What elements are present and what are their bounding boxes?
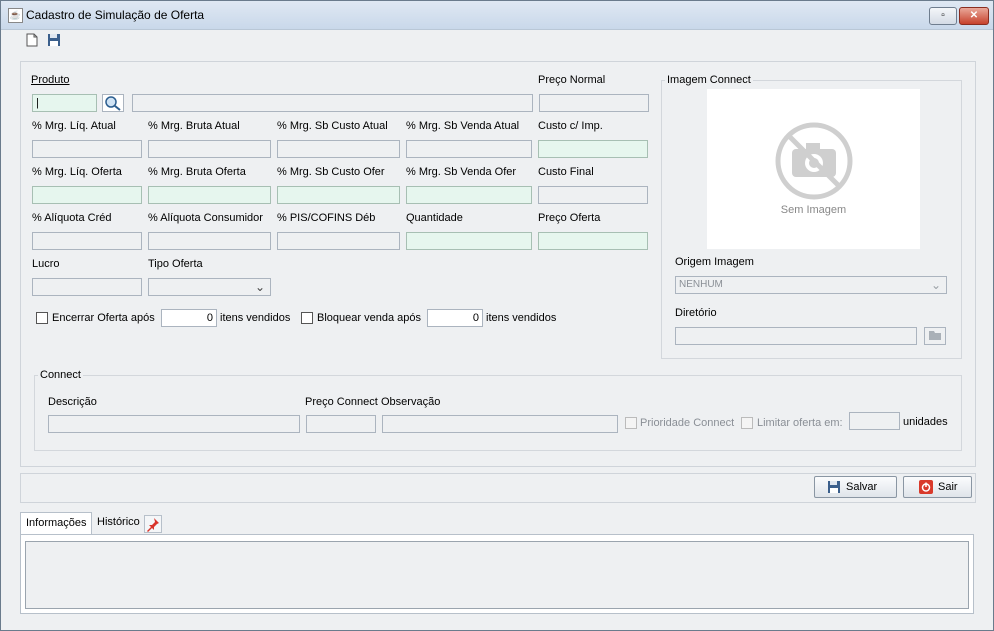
mrg-sb-custo-ofer-input[interactable] xyxy=(277,186,400,204)
java-cup-icon: ☕ xyxy=(8,8,23,23)
mrg-bruta-atual-input[interactable] xyxy=(148,140,271,158)
mrg-liq-atual-label: % Mrg. Líq. Atual xyxy=(32,120,116,132)
diretorio-label: Diretório xyxy=(675,307,717,319)
tipo-oferta-select[interactable]: ⌄ xyxy=(148,278,271,296)
produto-label: Produto xyxy=(31,74,70,86)
limitar-oferta-input[interactable] xyxy=(849,412,900,430)
main-window: ☕ Cadastro de Simulação de Oferta ▫ ✕ Pr… xyxy=(0,0,994,631)
connect-group xyxy=(34,375,962,451)
mrg-bruta-atual-label: % Mrg. Bruta Atual xyxy=(148,120,240,132)
preco-oferta-input[interactable] xyxy=(538,232,648,250)
connect-title: Connect xyxy=(38,369,83,381)
aliquota-consumidor-label: % Alíquota Consumidor xyxy=(148,212,263,224)
window-title: Cadastro de Simulação de Oferta xyxy=(26,8,205,22)
new-document-icon[interactable] xyxy=(25,33,39,47)
salvar-label: Salvar xyxy=(846,481,878,493)
custo-imp-label: Custo c/ Imp. xyxy=(538,120,603,132)
diretorio-input[interactable] xyxy=(675,327,917,345)
quantidade-input[interactable] xyxy=(406,232,532,250)
mrg-bruta-oferta-input[interactable] xyxy=(148,186,271,204)
preco-oferta-label: Preço Oferta xyxy=(538,212,601,224)
encerrar-oferta-input[interactable]: 0 xyxy=(161,309,217,327)
mrg-sb-custo-atual-label: % Mrg. Sb Custo Atual xyxy=(277,120,388,132)
floppy-disk-icon[interactable] xyxy=(47,33,61,47)
pis-cofins-deb-input[interactable] xyxy=(277,232,400,250)
aliquota-cred-label: % Alíquota Créd xyxy=(32,212,112,224)
sair-button[interactable]: Sair xyxy=(903,476,972,498)
origem-imagem-select[interactable]: NENHUM ⌄ xyxy=(675,276,947,294)
custo-imp-input[interactable] xyxy=(538,140,648,158)
folder-icon[interactable] xyxy=(924,327,946,345)
prioridade-connect-checkbox[interactable] xyxy=(625,417,637,429)
quantidade-label: Quantidade xyxy=(406,212,463,224)
chevron-down-icon: ⌄ xyxy=(254,280,265,294)
bloquear-venda-checkbox[interactable] xyxy=(301,312,313,324)
floppy-disk-icon xyxy=(828,481,840,494)
no-camera-icon xyxy=(775,122,853,200)
bloquear-venda-input[interactable]: 0 xyxy=(427,309,483,327)
aliquota-cred-input[interactable] xyxy=(32,232,142,250)
pis-cofins-deb-label: % PIS/COFINS Déb xyxy=(277,212,376,224)
imagem-connect-title: Imagem Connect xyxy=(665,74,753,86)
preco-normal-label: Preço Normal xyxy=(538,74,606,86)
salvar-button[interactable]: Salvar xyxy=(814,476,897,498)
lucro-input[interactable] xyxy=(32,278,142,296)
close-button[interactable]: ✕ xyxy=(959,7,989,25)
bloquear-venda-label: Bloquear venda após xyxy=(317,312,421,324)
preco-connect-label: Preço Connect xyxy=(305,396,378,408)
image-preview: Sem Imagem xyxy=(707,89,920,249)
mrg-bruta-oferta-label: % Mrg. Bruta Oferta xyxy=(148,166,246,178)
sem-imagem-text: Sem Imagem xyxy=(780,204,847,216)
search-icon[interactable] xyxy=(102,94,124,112)
preco-connect-input[interactable] xyxy=(306,415,376,433)
mrg-liq-oferta-label: % Mrg. Líq. Oferta xyxy=(32,166,122,178)
itens-vendidos-label-1: itens vendidos xyxy=(220,312,291,324)
restore-button[interactable]: ▫ xyxy=(929,7,957,25)
mrg-sb-custo-ofer-label: % Mrg. Sb Custo Ofer xyxy=(277,166,385,178)
lucro-label: Lucro xyxy=(32,258,60,270)
pin-icon[interactable] xyxy=(144,515,162,533)
chevron-down-icon: ⌄ xyxy=(930,278,941,292)
tab-content-panel xyxy=(20,534,974,614)
produto-description-input[interactable] xyxy=(132,94,533,112)
observacao-input[interactable] xyxy=(382,415,618,433)
unidades-label: unidades xyxy=(903,416,948,428)
origem-imagem-value: NENHUM xyxy=(679,279,723,290)
limitar-oferta-label: Limitar oferta em: xyxy=(757,417,843,429)
title-bar: ☕ Cadastro de Simulação de Oferta ▫ ✕ xyxy=(1,1,993,30)
mrg-sb-venda-atual-label: % Mrg. Sb Venda Atual xyxy=(406,120,520,132)
observacao-label: Observação xyxy=(381,396,441,408)
custo-final-input[interactable] xyxy=(538,186,648,204)
prioridade-connect-label: Prioridade Connect xyxy=(640,417,735,429)
sair-label: Sair xyxy=(938,481,958,493)
aliquota-consumidor-input[interactable] xyxy=(148,232,271,250)
origem-imagem-label: Origem Imagem xyxy=(675,256,754,268)
mrg-sb-custo-atual-input[interactable] xyxy=(277,140,400,158)
tab-informacoes[interactable]: Informações xyxy=(20,512,92,534)
tipo-oferta-label: Tipo Oferta xyxy=(148,258,203,270)
limitar-oferta-checkbox[interactable] xyxy=(741,417,753,429)
descricao-input[interactable] xyxy=(48,415,300,433)
power-icon xyxy=(919,480,933,495)
mrg-liq-atual-input[interactable] xyxy=(32,140,142,158)
mrg-sb-venda-ofer-label: % Mrg. Sb Venda Ofer xyxy=(406,166,517,178)
mrg-sb-venda-atual-input[interactable] xyxy=(406,140,532,158)
mrg-sb-venda-ofer-input[interactable] xyxy=(406,186,532,204)
produto-code-input[interactable]: | xyxy=(32,94,97,112)
itens-vendidos-label-2: itens vendidos xyxy=(486,312,557,324)
preco-normal-input[interactable] xyxy=(539,94,649,112)
encerrar-oferta-checkbox[interactable] xyxy=(36,312,48,324)
custo-final-label: Custo Final xyxy=(538,166,594,178)
encerrar-oferta-label: Encerrar Oferta após xyxy=(52,312,155,324)
tab-historico[interactable]: Histórico xyxy=(92,512,145,534)
informacoes-area xyxy=(25,541,969,609)
descricao-label: Descrição xyxy=(48,396,97,408)
mrg-liq-oferta-input[interactable] xyxy=(32,186,142,204)
